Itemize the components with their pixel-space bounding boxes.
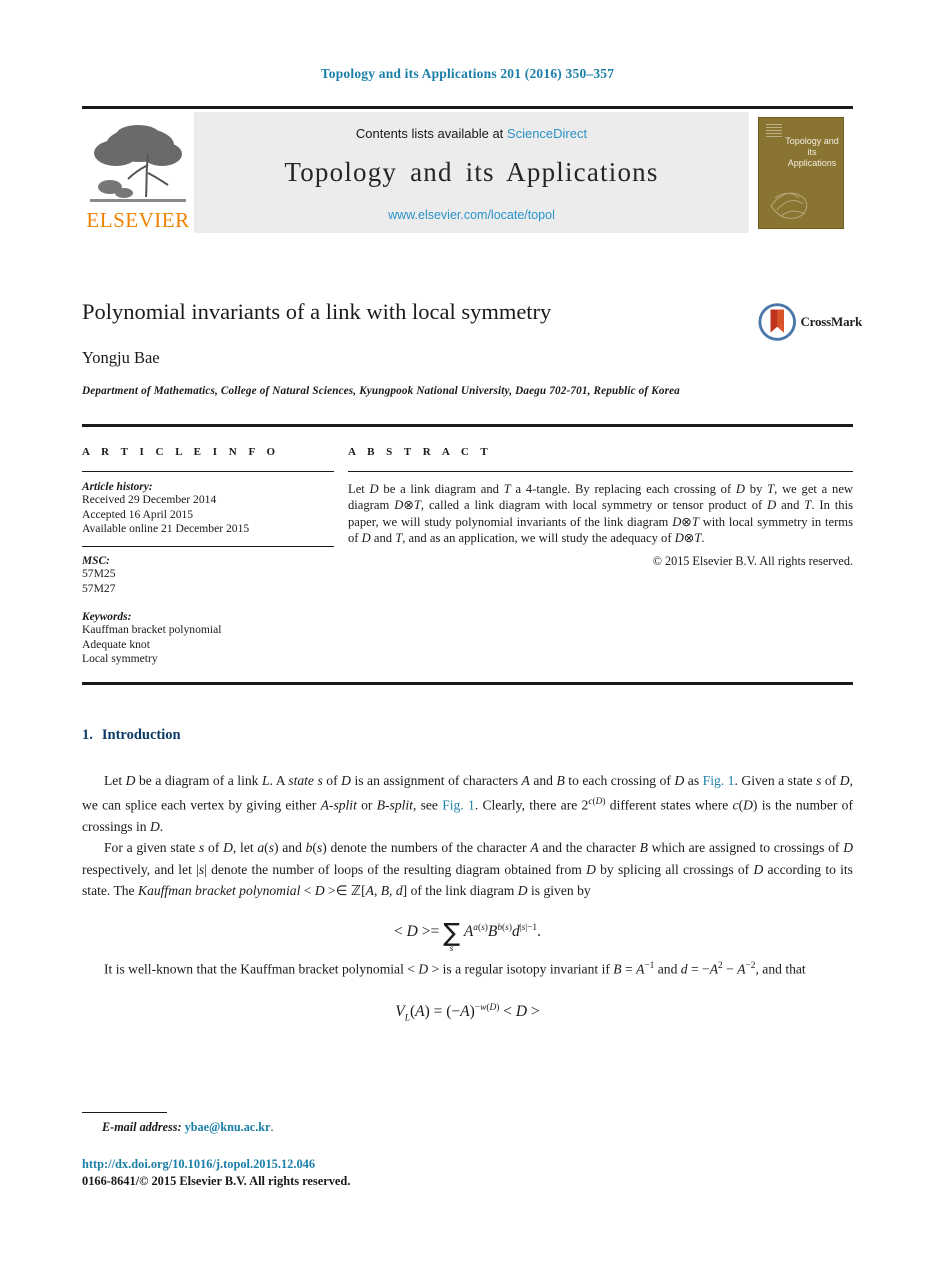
figure-link-1[interactable]: Fig. 1 — [703, 773, 735, 788]
info-block-bottom-rule — [82, 682, 853, 685]
article-history-received: Received 29 December 2014 — [82, 493, 217, 506]
keywords-spacer — [82, 596, 334, 611]
article-history-label: Article history: — [82, 481, 153, 493]
issn-copyright-line: 0166-8641/© 2015 Elsevier B.V. All right… — [82, 1174, 351, 1188]
author-name: Yongju Bae — [82, 348, 160, 367]
article-info-column: A R T I C L E I N F O Article history: R… — [82, 446, 334, 667]
keyword-3: Local symmetry — [82, 652, 158, 666]
email-address-link[interactable]: ybae@knu.ac.kr — [185, 1120, 271, 1134]
crossmark-label: CrossMark — [800, 314, 862, 329]
journal-url-link[interactable]: www.elsevier.com/locate/topol — [194, 208, 749, 222]
journal-masthead: ELSEVIER Contents lists available at Sci… — [82, 106, 853, 233]
msc-code-2: 57M27 — [82, 581, 116, 595]
sciencedirect-link[interactable]: ScienceDirect — [507, 126, 587, 141]
paragraph-1: Let D be a diagram of a link L. A state … — [82, 773, 853, 834]
body-content: Let D be a diagram of a link L. A state … — [82, 770, 853, 1036]
paragraph-3: It is well-known that the Kauffman brack… — [104, 961, 806, 977]
abstract-copyright: © 2015 Elsevier B.V. All rights reserved… — [652, 553, 853, 568]
article-history-accepted: Accepted 16 April 2015 — [82, 507, 194, 521]
elsevier-wordmark: ELSEVIER — [86, 208, 190, 232]
msc-label: MSC: — [82, 555, 110, 568]
keyword-2: Adequate knot — [82, 637, 150, 651]
cover-artwork — [770, 192, 808, 219]
running-head: Topology and its Applications 201 (2016)… — [320, 66, 615, 81]
email-footnote: E-mail address: ybae@knu.ac.kr. — [82, 1120, 274, 1135]
summation-index: s — [449, 943, 454, 954]
abstract-divider — [348, 471, 853, 472]
section-title: Introduction — [101, 727, 181, 743]
abstract-heading: A B S T R A C T — [348, 446, 493, 458]
journal-article-page: Topology and its Applications 201 (2016)… — [0, 0, 935, 1266]
article-info-divider — [82, 471, 334, 472]
elsevier-logo: ELSEVIER — [82, 112, 194, 233]
elsevier-tree-icon — [90, 125, 186, 202]
abstract-column: A B S T R A C T Let D be a link diagram … — [348, 446, 853, 569]
journal-band: Contents lists available at ScienceDirec… — [194, 112, 749, 233]
footnote-rule — [82, 1112, 167, 1114]
figure-link-2[interactable]: Fig. 1 — [442, 797, 475, 812]
article-history-online: Available online 21 December 2015 — [82, 522, 250, 535]
msc-divider — [82, 545, 334, 548]
equation-kauffman-bracket: < D >= ∑ s Aa(s)Bb(s)d|s|−1. — [394, 917, 541, 954]
crossmark-icon — [758, 303, 797, 341]
contents-prefix: Contents lists available at — [355, 126, 507, 141]
journal-title: Topology and its Applications — [284, 157, 659, 187]
summation-symbol: ∑ s — [443, 917, 460, 954]
email-period: . — [270, 1120, 274, 1134]
keywords-label: Keywords: — [82, 611, 132, 624]
cover-title-text: Topology and its Applications — [785, 135, 839, 168]
contents-available-line: Contents lists available at ScienceDirec… — [194, 126, 749, 141]
info-block-top-rule — [82, 424, 853, 427]
email-label: E-mail address: — [102, 1120, 182, 1134]
keyword-1: Kauffman bracket polynomial — [82, 623, 222, 637]
section-number: 1. — [82, 727, 93, 743]
doi-link[interactable]: http://dx.doi.org/10.1016/j.topol.2015.1… — [82, 1157, 315, 1172]
article-info-heading: A R T I C L E I N F O — [82, 446, 280, 458]
author-affiliation: Department of Mathematics, College of Na… — [82, 385, 680, 397]
abstract-text: Let D be a link diagram and T a 4-tangle… — [348, 482, 854, 546]
page-title: Polynomial invariants of a link with loc… — [82, 299, 552, 324]
cover-elsevier-icon — [766, 123, 782, 138]
section-heading-introduction: 1. Introduction — [82, 727, 181, 744]
crossmark-badge[interactable]: CrossMark — [758, 300, 862, 344]
msc-code-1: 57M25 — [82, 567, 116, 581]
paragraph-2: For a given state s of D, let a(s) and b… — [82, 840, 854, 899]
equation-jones-polynomial: VL(A) = (−A)−w(D) < D > — [395, 1003, 540, 1024]
journal-cover-thumbnail[interactable]: Topology and its Applications — [749, 112, 853, 233]
